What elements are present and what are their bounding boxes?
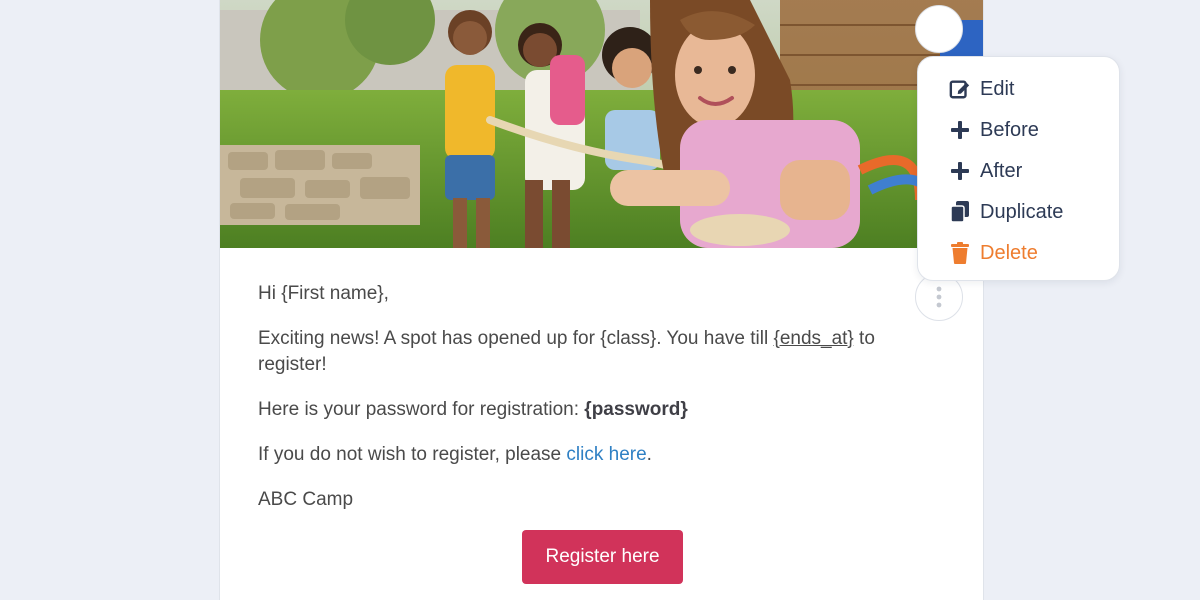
menu-item-before[interactable]: Before xyxy=(948,115,1039,145)
menu-item-label: Duplicate xyxy=(980,200,1064,223)
block-context-menu: Edit Before After Duplicate Delete xyxy=(917,56,1120,281)
block-handle-button[interactable] xyxy=(915,5,963,53)
unsubscribe-prefix: If you do not wish to register, please xyxy=(258,444,567,465)
menu-item-label: After xyxy=(980,159,1023,182)
greeting-text: Hi {First name}, xyxy=(258,283,389,304)
unsubscribe-line: If you do not wish to register, please c… xyxy=(258,442,918,468)
password-line: Here is your password for registration: … xyxy=(258,397,918,423)
hero-image[interactable] xyxy=(220,0,983,248)
edit-icon xyxy=(948,77,972,101)
announcement-text: Exciting news! A spot has opened up for … xyxy=(258,328,774,349)
signature-text: ABC Camp xyxy=(258,489,354,510)
register-here-button[interactable]: Register here xyxy=(522,530,683,584)
plus-icon xyxy=(948,159,972,183)
unsubscribe-suffix: . xyxy=(646,444,652,465)
email-block-card: Hi {First name}, Exciting news! A spot h… xyxy=(219,0,984,600)
email-body[interactable]: Hi {First name}, Exciting news! A spot h… xyxy=(258,281,918,532)
password-prefix: Here is your password for registration: xyxy=(258,399,585,420)
menu-item-after[interactable]: After xyxy=(948,156,1022,186)
copy-icon xyxy=(948,200,972,224)
menu-item-delete[interactable]: Delete xyxy=(948,238,1038,268)
trash-icon xyxy=(948,241,972,265)
password-merge-tag: {password} xyxy=(584,399,688,420)
menu-item-edit[interactable]: Edit xyxy=(948,74,1014,104)
signature-line: ABC Camp xyxy=(258,487,918,513)
ends-at-merge-tag[interactable]: {ends_at} xyxy=(773,328,853,349)
menu-item-label: Delete xyxy=(980,241,1038,264)
click-here-link[interactable]: click here xyxy=(566,444,646,465)
plus-icon xyxy=(948,118,972,142)
menu-item-duplicate[interactable]: Duplicate xyxy=(948,197,1063,227)
announcement-line: Exciting news! A spot has opened up for … xyxy=(258,326,918,378)
menu-item-label: Before xyxy=(980,118,1039,141)
vertical-dots-icon xyxy=(936,286,942,308)
hero-photo-children-tug-of-war xyxy=(220,0,983,248)
menu-item-label: Edit xyxy=(980,77,1015,100)
greeting-line: Hi {First name}, xyxy=(258,281,918,307)
